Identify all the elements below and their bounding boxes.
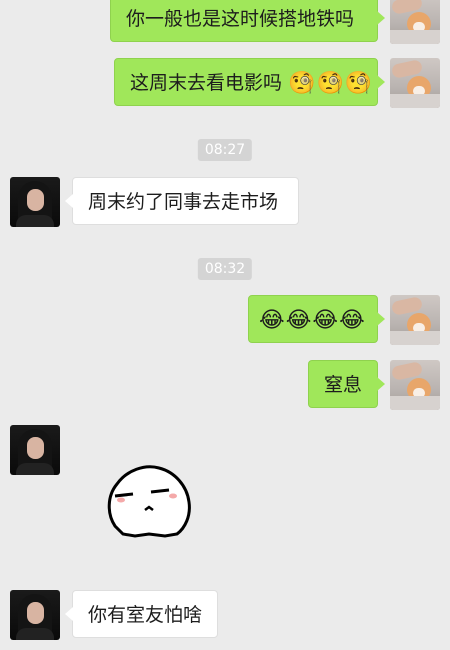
message-row: 周末约了同事去走市场: [0, 177, 450, 227]
message-row: [0, 425, 450, 545]
message-bubble-outgoing[interactable]: 你一般也是这时候搭地铁吗: [110, 0, 385, 42]
message-bubble-outgoing[interactable]: 窒息: [308, 360, 385, 408]
self-avatar[interactable]: [390, 360, 440, 410]
contact-avatar[interactable]: [10, 425, 60, 475]
self-avatar[interactable]: [390, 295, 440, 345]
message-text: 周末约了同事去走市场: [88, 191, 279, 213]
message-text: 你一般也是这时候搭地铁吗: [126, 8, 355, 30]
self-avatar[interactable]: [390, 0, 440, 44]
laughing-tears-emoji-icon: 😂😂😂😂: [259, 307, 366, 333]
message-bubble-outgoing[interactable]: 这周末去看电影吗 🧐🧐🧐: [114, 58, 385, 106]
timestamp: 08:27: [197, 139, 253, 161]
smirk-sticker[interactable]: [105, 460, 193, 538]
self-avatar[interactable]: [390, 58, 440, 108]
message-row: 你有室友怕啥: [0, 590, 450, 640]
message-bubble-incoming[interactable]: 你有室友怕啥: [65, 590, 218, 638]
message-text: 窒息: [324, 374, 363, 396]
thinking-face-emoji-icon: 🧐🧐🧐: [288, 70, 374, 96]
message-row: 这周末去看电影吗 🧐🧐🧐: [0, 58, 450, 108]
message-text: 这周末去看电影吗: [130, 72, 283, 94]
contact-avatar[interactable]: [10, 177, 60, 227]
message-bubble-incoming[interactable]: 周末约了同事去走市场: [65, 177, 299, 225]
message-row: 你一般也是这时候搭地铁吗: [0, 0, 450, 44]
timestamp: 08:32: [197, 258, 253, 280]
message-text: 你有室友怕啥: [88, 604, 203, 626]
message-row: 窒息: [0, 360, 450, 410]
message-bubble-outgoing[interactable]: 😂😂😂😂: [248, 295, 385, 343]
message-row: 😂😂😂😂: [0, 295, 450, 345]
contact-avatar[interactable]: [10, 590, 60, 640]
